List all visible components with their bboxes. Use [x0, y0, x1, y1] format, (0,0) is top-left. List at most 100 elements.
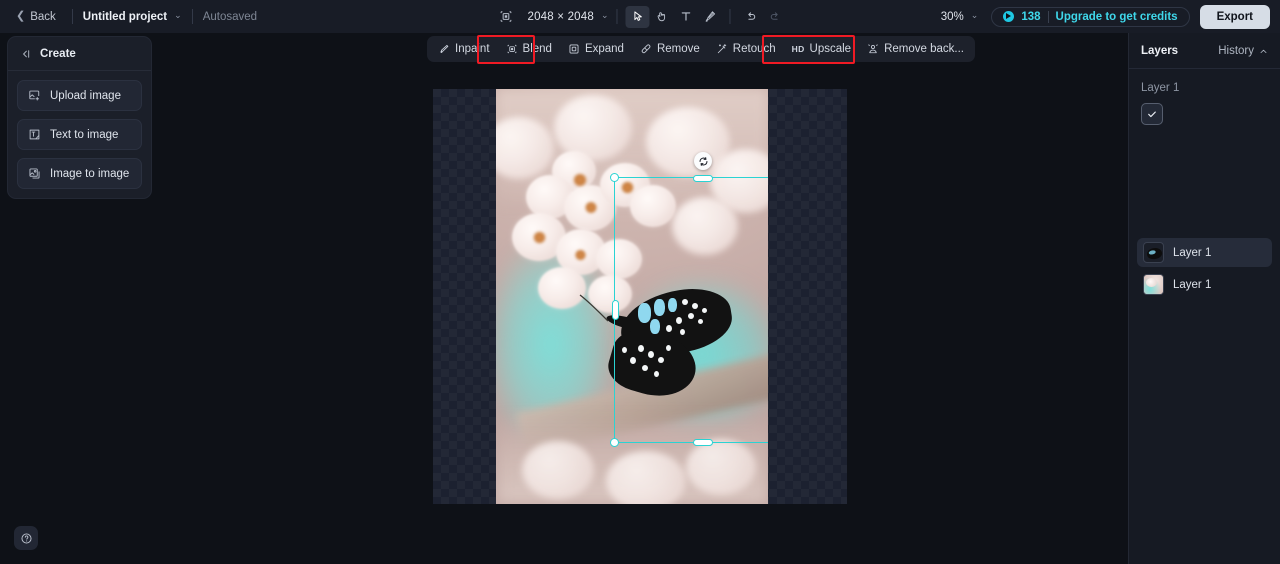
retouch-button[interactable]: Retouch	[708, 39, 784, 59]
layers-panel: Layers History Layer 1 Layer 1 Layer 1	[1128, 33, 1280, 564]
chevron-down-icon[interactable]: ⌄	[174, 10, 182, 21]
image-to-image-label: Image to image	[50, 167, 130, 180]
credits-pill[interactable]: 138 Upgrade to get credits	[991, 6, 1190, 27]
blossom-center	[532, 231, 547, 244]
layer-name: Layer 1	[1173, 278, 1212, 291]
text-to-image-icon	[28, 128, 41, 141]
retouch-label: Retouch	[732, 43, 776, 55]
image-to-image-button[interactable]: Image to image	[17, 158, 142, 189]
layer-visibility-checkbox[interactable]	[1141, 103, 1163, 125]
upscale-button[interactable]: HD Upscale	[784, 39, 859, 59]
layer-row[interactable]: Layer 1	[1137, 238, 1272, 267]
upload-image-button[interactable]: Upload image	[17, 80, 142, 111]
collapse-panel-icon[interactable]	[20, 48, 32, 60]
upgrade-link[interactable]: Upgrade to get credits	[1056, 11, 1178, 23]
rotate-handle-icon[interactable]	[694, 152, 712, 170]
history-label: History	[1218, 45, 1254, 57]
expand-button[interactable]: Expand	[560, 39, 632, 59]
inpaint-label: Inpaint	[455, 43, 490, 55]
divider	[729, 9, 731, 24]
text-to-image-button[interactable]: Text to image	[17, 119, 142, 150]
top-bar-right: 30% ⌄ 138 Upgrade to get credits Export	[941, 0, 1270, 33]
inpaint-brush-icon	[438, 43, 450, 55]
blend-layers-icon	[506, 43, 518, 55]
upscale-label: Upscale	[809, 43, 852, 55]
layer-row[interactable]: Layer 1	[1137, 270, 1272, 299]
create-panel-title: Create	[40, 48, 76, 60]
remove-button[interactable]: Remove	[632, 39, 708, 59]
brush-tool[interactable]	[698, 6, 722, 28]
blossom	[522, 441, 594, 499]
canvas-image[interactable]	[496, 89, 768, 504]
top-bar-center-tools: 2048 × 2048 ⌄	[493, 0, 786, 33]
eraser-icon	[640, 43, 652, 55]
canvas-dimensions: 2048 × 2048	[527, 10, 594, 23]
divider	[191, 9, 193, 24]
image-editor-app: ❮ Back Untitled project ⌄ Autosaved 2048…	[0, 0, 1280, 564]
create-panel-header: Create	[8, 37, 151, 71]
resize-handle-top[interactable]	[693, 174, 713, 182]
remove-label: Remove	[656, 43, 700, 55]
blossom-center	[584, 201, 598, 214]
layers-panel-header: Layers History	[1129, 33, 1280, 69]
undo-button[interactable]	[739, 6, 763, 28]
divider	[616, 9, 618, 24]
expand-frame-icon	[568, 43, 580, 55]
chevron-up-icon	[1259, 47, 1268, 56]
dimensions-chevron-down-icon[interactable]: ⌄	[601, 10, 609, 21]
butterfly-thumbnail	[1143, 242, 1164, 263]
back-button[interactable]: ❮ Back	[10, 7, 62, 27]
text-to-image-label: Text to image	[50, 128, 119, 141]
credits-count: 138	[1021, 10, 1041, 23]
remove-background-icon	[867, 43, 879, 55]
top-bar: ❮ Back Untitled project ⌄ Autosaved 2048…	[0, 0, 1280, 33]
selection-box[interactable]	[610, 152, 768, 447]
crop-frame-icon[interactable]	[493, 6, 517, 28]
credit-coin-icon	[1003, 11, 1015, 22]
top-bar-left: ❮ Back Untitled project ⌄ Autosaved	[0, 7, 257, 27]
divider	[1047, 10, 1049, 23]
blossom-center	[572, 173, 588, 187]
remove-background-button[interactable]: Remove back...	[859, 39, 972, 59]
redo-button[interactable]	[763, 6, 787, 28]
layers-list: Layer 1 Layer 1	[1137, 238, 1272, 299]
back-label: Back	[30, 10, 56, 23]
resize-handle-bottom[interactable]	[693, 438, 713, 446]
project-name[interactable]: Untitled project	[83, 11, 167, 23]
hand-tool[interactable]	[650, 6, 674, 28]
blossom	[606, 451, 686, 504]
help-button[interactable]	[14, 526, 38, 550]
zoom-chevron-down-icon[interactable]: ⌄	[971, 10, 979, 21]
select-tool[interactable]	[625, 5, 650, 28]
blossom-photo-thumbnail	[1143, 274, 1164, 295]
check-icon	[1146, 108, 1158, 120]
upload-image-label: Upload image	[50, 89, 121, 102]
blend-button[interactable]: Blend	[498, 39, 560, 59]
canvas-area[interactable]	[433, 89, 847, 504]
layer-group-section: Layer 1	[1129, 69, 1280, 125]
export-button[interactable]: Export	[1199, 4, 1270, 29]
upload-image-icon	[28, 89, 41, 102]
blossom-center	[574, 249, 587, 261]
edit-toolbar: Inpaint Blend Expand Remove Retouch HD U…	[427, 36, 975, 62]
zoom-level[interactable]: 30%	[941, 11, 964, 23]
resize-handle-bottom-left[interactable]	[610, 438, 619, 447]
chevron-left-icon: ❮	[16, 10, 26, 22]
create-panel-list: Upload image Text to image Image to imag…	[8, 71, 151, 189]
layer-name: Layer 1	[1173, 246, 1212, 259]
text-tool[interactable]	[674, 6, 698, 28]
divider	[71, 9, 73, 24]
inpaint-button[interactable]: Inpaint	[430, 39, 498, 59]
blossom	[686, 439, 756, 495]
history-tab[interactable]: History	[1218, 45, 1268, 57]
expand-label: Expand	[584, 43, 624, 55]
layers-title: Layers	[1141, 45, 1179, 57]
resize-handle-top-left[interactable]	[610, 173, 619, 182]
create-panel: Create Upload image Text to image Image …	[7, 36, 152, 199]
blend-label: Blend	[522, 43, 552, 55]
hd-badge-icon: HD	[791, 44, 805, 54]
retouch-wand-icon	[716, 43, 728, 55]
resize-handle-left[interactable]	[611, 300, 619, 320]
layer-group-label: Layer 1	[1141, 82, 1180, 94]
remove-background-label: Remove back...	[884, 43, 964, 55]
